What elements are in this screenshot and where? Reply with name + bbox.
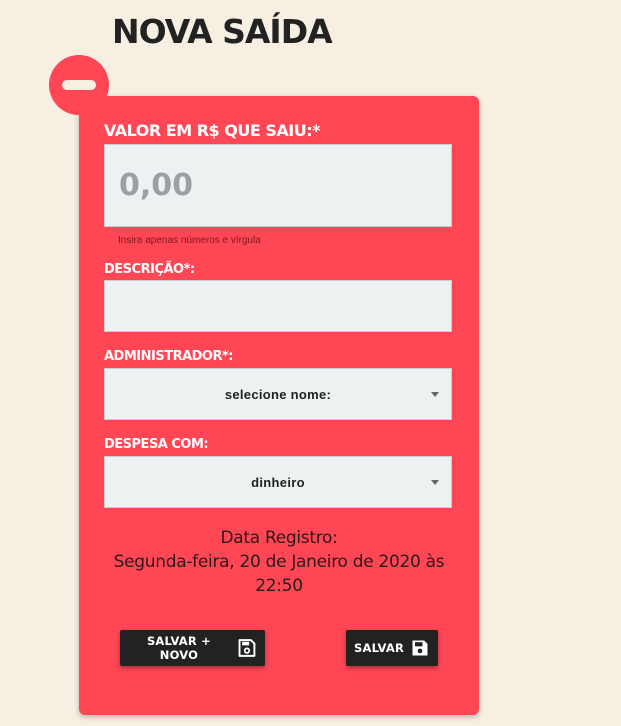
save-outline-icon [238, 639, 256, 657]
valor-input[interactable] [104, 144, 452, 227]
minus-bar [62, 80, 96, 90]
descricao-label: DESCRIÇÃO*: [104, 262, 195, 277]
save-icon [412, 640, 428, 656]
despesa-label: DESPESA COM: [104, 437, 209, 452]
chevron-down-icon [431, 392, 439, 397]
data-registro-value: Segunda-feira, 20 de Janeiro de 2020 às … [113, 552, 445, 596]
data-registro: Data Registro: Segunda-feira, 20 de Jane… [104, 526, 454, 598]
save-and-new-button[interactable]: SALVAR + NOVO [120, 630, 265, 666]
descricao-input[interactable] [104, 280, 452, 332]
valor-hint: Insira apenas números e vírgula [118, 235, 261, 246]
expense-form-card: VALOR EM R$ QUE SAIU:* Insira apenas núm… [79, 96, 479, 715]
minus-icon [49, 55, 109, 115]
administrador-label: ADMINISTRADOR*: [104, 349, 234, 364]
page-title: NOVA SAÍDA [112, 12, 333, 51]
save-button[interactable]: SALVAR [346, 630, 438, 666]
administrador-select[interactable]: selecione nome: [104, 368, 452, 420]
data-registro-label: Data Registro: [220, 528, 338, 548]
chevron-down-icon [431, 480, 439, 485]
despesa-selected-value: dinheiro [251, 474, 305, 490]
save-label: SALVAR [354, 641, 405, 655]
despesa-select[interactable]: dinheiro [104, 456, 452, 508]
administrador-selected-value: selecione nome: [224, 386, 332, 402]
save-and-new-label: SALVAR + NOVO [146, 634, 211, 662]
valor-label: VALOR EM R$ QUE SAIU:* [104, 121, 320, 140]
